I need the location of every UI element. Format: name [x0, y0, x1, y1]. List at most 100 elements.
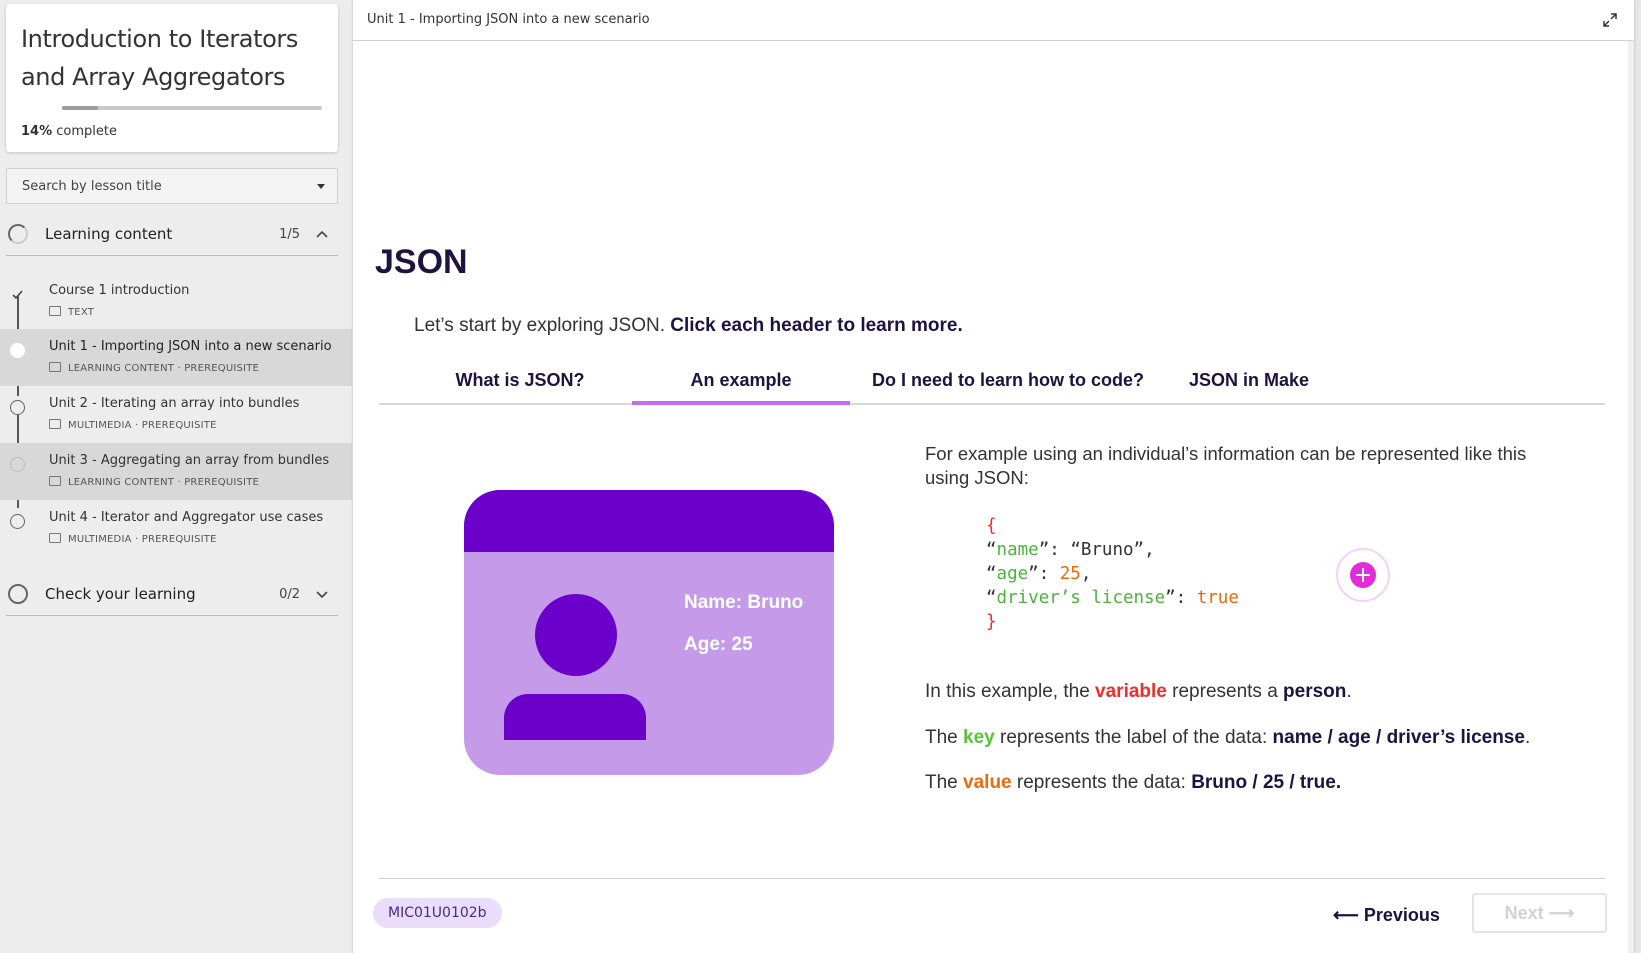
lesson-status-icon [10, 400, 25, 415]
previous-button[interactable]: ⟵ Previous [1333, 897, 1440, 933]
progress-suffix: complete [56, 124, 117, 139]
section-check-your-learning[interactable]: Check your learning 0/2 [6, 572, 338, 616]
lesson-code-badge: MIC01U0102b [373, 898, 502, 928]
section-progress-icon [8, 224, 28, 244]
progress-text: 14% complete [21, 124, 117, 139]
chevron-down-icon [316, 591, 328, 599]
lesson-title: Unit 4 - Iterator and Aggregator use cas… [49, 510, 324, 525]
code-key: age [996, 564, 1029, 584]
lesson-item[interactable]: Unit 2 - Iterating an array into bundles… [0, 386, 352, 443]
highlight-key: key [963, 727, 995, 748]
page-title: JSON [375, 243, 468, 281]
code-open-brace: { [986, 516, 997, 536]
text: In this example, the [925, 681, 1096, 702]
text: represents the data: [1011, 772, 1192, 793]
code-value: “Bruno” [1070, 540, 1145, 560]
code-close-brace: } [986, 612, 997, 632]
content-icon [49, 476, 61, 486]
progress-percent: 14% [21, 124, 53, 139]
json-code-block: { “name”: “Bruno”, “age”: 25, “driver’s … [986, 514, 1239, 634]
lesson-item[interactable]: Unit 3 - Aggregating an array from bundl… [0, 443, 352, 500]
expand-icon[interactable] [1602, 12, 1618, 28]
content-icon [49, 362, 61, 372]
lesson-type: MULTIMEDIA · PREREQUISITE [68, 534, 217, 545]
lesson-type: MULTIMEDIA · PREREQUISITE [68, 420, 217, 431]
lesson-type: TEXT [68, 307, 95, 318]
lesson-meta: TEXT [49, 306, 94, 318]
chevron-up-icon [316, 230, 328, 238]
paragraph-key: The key represents the label of the data… [925, 727, 1530, 749]
text: The [925, 727, 964, 748]
lesson-content-panel: Unit 1 - Importing JSON into a new scena… [353, 0, 1634, 953]
lesson-title: Unit 3 - Aggregating an array from bundl… [49, 453, 330, 468]
lesson-search-dropdown[interactable]: Search by lesson title [6, 168, 338, 204]
lesson-item[interactable]: Course 1 introduction TEXT [0, 273, 352, 330]
text: represents a [1166, 681, 1284, 702]
bold-text: Bruno / 25 / true. [1191, 772, 1342, 793]
example-description: For example using an individual’s inform… [925, 443, 1527, 488]
tab-json-in-make[interactable]: JSON in Make [1169, 370, 1329, 405]
highlight-variable: variable [1095, 681, 1167, 702]
section-count: 1/5 [279, 227, 300, 242]
avatar-head-icon [535, 594, 617, 676]
arrow-right-icon: ⟶ [1543, 903, 1575, 923]
code-line: “driver’s license”: true [986, 588, 1239, 608]
section-label: Check your learning [45, 585, 196, 603]
lesson-type: LEARNING CONTENT · PREREQUISITE [68, 363, 260, 374]
tab-an-example[interactable]: An example [632, 370, 850, 405]
lesson-title: Course 1 introduction [49, 283, 190, 298]
next-button[interactable]: Next ⟶ [1472, 893, 1607, 933]
code-value: true [1196, 588, 1239, 608]
text: . [1346, 681, 1352, 702]
tab-bar: What is JSON? An example Do I need to le… [379, 362, 1605, 405]
section-progress-icon [8, 584, 28, 604]
progress-bar-fill [62, 106, 99, 110]
expand-plus-button[interactable] [1336, 548, 1390, 602]
lesson-meta: LEARNING CONTENT · PREREQUISITE [49, 476, 259, 488]
code-sep: , [1144, 540, 1155, 560]
progress-bar [62, 106, 322, 110]
text: . [1524, 727, 1531, 748]
code-key: name [996, 540, 1039, 560]
lesson-type: LEARNING CONTENT · PREREQUISITE [68, 477, 260, 488]
highlight-value: value [963, 772, 1012, 793]
intro-plain: Let’s start by exploring JSON. [414, 315, 671, 336]
caret-down-icon [317, 184, 325, 189]
lesson-item-active[interactable]: Unit 1 - Importing JSON into a new scena… [0, 329, 352, 386]
lesson-meta: MULTIMEDIA · PREREQUISITE [49, 419, 217, 431]
text-doc-icon [49, 306, 61, 316]
card-age: Age: 25 [684, 634, 753, 655]
multimedia-icon [49, 533, 61, 543]
tab-need-to-code[interactable]: Do I need to learn how to code? [863, 370, 1153, 405]
course-card: Introduction to Iterators and Array Aggr… [6, 4, 338, 152]
plus-icon [1350, 562, 1376, 588]
code-value: 25 [1059, 564, 1081, 584]
bold-text: name / age / driver’s license [1272, 727, 1525, 748]
lesson-title: Unit 1 - Importing JSON into a new scena… [49, 339, 332, 354]
id-card-illustration: Name: Bruno Age: 25 [464, 490, 834, 775]
section-learning-content[interactable]: Learning content 1/5 [6, 212, 338, 256]
lesson-item[interactable]: Unit 4 - Iterator and Aggregator use cas… [0, 500, 352, 557]
lesson-meta: MULTIMEDIA · PREREQUISITE [49, 533, 217, 545]
multimedia-icon [49, 419, 61, 429]
text: represents the label of the data: [994, 727, 1273, 748]
paragraph-variable: In this example, the variable represents… [925, 681, 1352, 703]
next-label: Next [1504, 903, 1544, 923]
section-label: Learning content [45, 225, 173, 243]
lesson-status-icon [10, 457, 25, 472]
scrollbar[interactable] [1628, 41, 1634, 953]
card-header [464, 490, 834, 552]
search-placeholder: Search by lesson title [22, 179, 162, 194]
lesson-topbar: Unit 1 - Importing JSON into a new scena… [353, 0, 1634, 41]
lesson-meta: LEARNING CONTENT · PREREQUISITE [49, 362, 259, 374]
bold-text: person [1283, 681, 1347, 702]
tab-what-is-json[interactable]: What is JSON? [435, 370, 605, 405]
lesson-topbar-title: Unit 1 - Importing JSON into a new scena… [367, 12, 650, 27]
card-name: Name: Bruno [684, 592, 803, 613]
lesson-status-icon [10, 343, 25, 358]
code-line: “age”: 25, [986, 564, 1092, 584]
avatar-body-icon [504, 694, 646, 740]
code-line: “name”: “Bruno”, [986, 540, 1155, 560]
arrow-left-icon: ⟵ [1333, 905, 1364, 925]
intro-text: Let’s start by exploring JSON. Click eac… [414, 315, 963, 337]
